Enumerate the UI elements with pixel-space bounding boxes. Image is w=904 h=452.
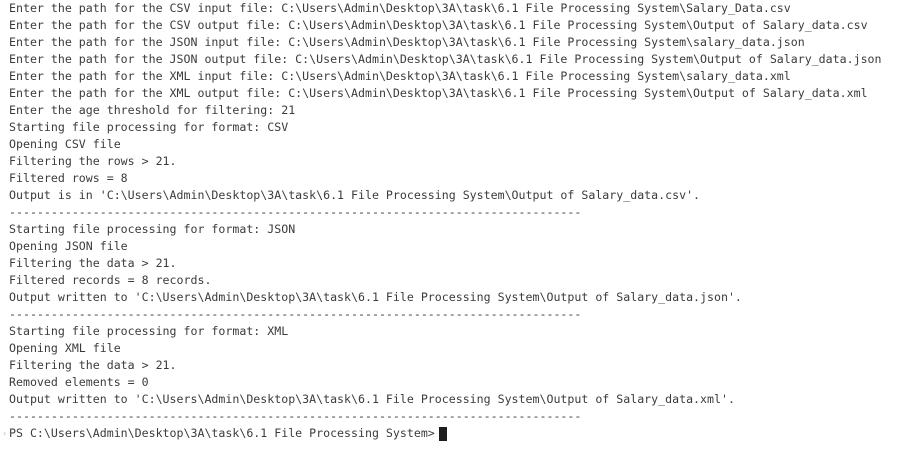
terminal-output: Enter the path for the CSV input file: C… xyxy=(9,0,904,425)
output-line: Output written to 'C:\Users\Admin\Deskto… xyxy=(9,392,735,406)
output-line: Filtered records = 8 records. xyxy=(9,273,212,287)
output-line: Enter the path for the JSON output file:… xyxy=(9,52,882,66)
separator-line: ----------------------------------------… xyxy=(9,409,582,423)
output-line: Enter the path for the CSV output file: … xyxy=(9,18,868,32)
output-line: Filtered rows = 8 xyxy=(9,171,128,185)
output-line: Enter the path for the XML output file: … xyxy=(9,86,868,100)
output-line: Starting file processing for format: CSV xyxy=(9,120,289,134)
output-line: Output written to 'C:\Users\Admin\Deskto… xyxy=(9,290,742,304)
output-line: Enter the path for the JSON input file: … xyxy=(9,35,805,49)
chevron-right-icon: › xyxy=(2,429,7,438)
prompt-row[interactable]: › PS C:\Users\Admin\Desktop\3A\task\6.1 … xyxy=(0,425,447,442)
terminal-panel[interactable]: Enter the path for the CSV input file: C… xyxy=(0,0,904,452)
output-line: Opening XML file xyxy=(9,341,121,355)
output-line: Starting file processing for format: XML xyxy=(9,324,289,338)
output-line: Output is in 'C:\Users\Admin\Desktop\3A\… xyxy=(9,188,701,202)
output-line: Filtering the data > 21. xyxy=(9,256,177,270)
shell-prompt: PS C:\Users\Admin\Desktop\3A\task\6.1 Fi… xyxy=(9,426,435,440)
separator-line: ----------------------------------------… xyxy=(9,307,582,321)
output-line: Enter the path for the XML input file: C… xyxy=(9,69,791,83)
output-line: Opening JSON file xyxy=(9,239,128,253)
separator-line: ----------------------------------------… xyxy=(9,205,582,219)
output-line: Filtering the rows > 21. xyxy=(9,154,177,168)
output-line: Filtering the data > 21. xyxy=(9,358,177,372)
output-line: Enter the age threshold for filtering: 2… xyxy=(9,103,296,117)
output-line: Enter the path for the CSV input file: C… xyxy=(9,1,791,15)
text-cursor xyxy=(438,426,447,441)
output-line: Removed elements = 0 xyxy=(9,375,149,389)
output-line: Starting file processing for format: JSO… xyxy=(9,222,296,236)
output-line: Opening CSV file xyxy=(9,137,121,151)
